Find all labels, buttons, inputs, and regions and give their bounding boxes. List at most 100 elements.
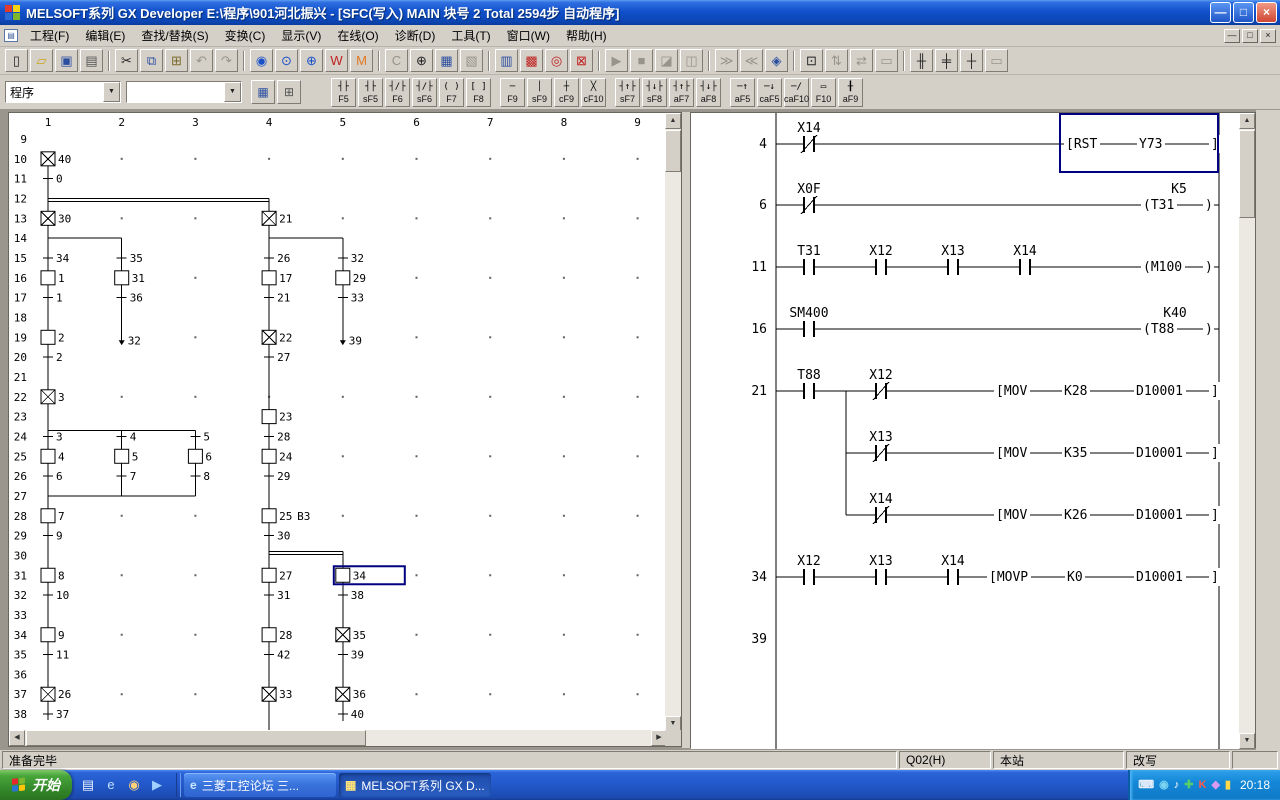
sfc-editor-canvas[interactable]: 1234567899101112131415161718192021222324…: [9, 113, 667, 732]
open-button[interactable]: ▱: [30, 49, 53, 72]
media-player-icon[interactable]: ▶: [147, 775, 167, 795]
menu-item-6[interactable]: 诊断(D): [387, 24, 444, 47]
skip-execution-button[interactable]: ◫: [680, 49, 703, 72]
chevron-down-icon[interactable]: ▼: [103, 82, 120, 102]
sfc-step[interactable]: [115, 271, 129, 285]
mdi-close-button[interactable]: ×: [1260, 29, 1276, 43]
menu-item-4[interactable]: 显示(V): [273, 24, 329, 47]
ladder-symbol-F5-button[interactable]: ┤├F5: [331, 78, 356, 107]
sfc-step[interactable]: [262, 628, 276, 642]
ladder-symbol-F7-button[interactable]: ( )F7: [439, 78, 464, 107]
ladder-symbol-sF9-button[interactable]: │sF9: [527, 78, 552, 107]
pane-splitter[interactable]: [682, 112, 690, 748]
ladder-symbol-aF8-button[interactable]: ┤↓├aF8: [696, 78, 721, 107]
ladder-zoom-view-button[interactable]: ▦: [251, 80, 275, 104]
find-device-button[interactable]: ⊙: [275, 49, 298, 72]
device-list-button[interactable]: ▦: [435, 49, 458, 72]
network-icon[interactable]: ▮: [1225, 777, 1231, 793]
menu-item-0[interactable]: 工程(F): [22, 24, 77, 47]
mdi-minimize-button[interactable]: —: [1224, 29, 1240, 43]
sfc-step[interactable]: [41, 509, 55, 523]
grid-vertical-button[interactable]: ╫: [910, 49, 933, 72]
download-icon[interactable]: ◆: [1211, 777, 1219, 793]
restore-button[interactable]: □: [1233, 2, 1254, 23]
ladder-symbol-aF9-button[interactable]: ╂aF9: [838, 78, 863, 107]
task-button-0[interactable]: e三菱工控论坛 三...: [184, 773, 336, 797]
sfc-step[interactable]: [262, 410, 276, 424]
paste-button[interactable]: ⊞: [165, 49, 188, 72]
sfc-step[interactable]: [41, 330, 55, 344]
sfc-step[interactable]: [41, 568, 55, 582]
mdi-restore-button[interactable]: □: [1242, 29, 1258, 43]
print-button[interactable]: ▤: [80, 49, 103, 72]
sfc-horizontal-scrollbar[interactable]: ◀ ▶: [9, 730, 667, 746]
ladder-symbol-F6-button[interactable]: ┤/├F6: [385, 78, 410, 107]
sfc-step[interactable]: [262, 568, 276, 582]
online-change-button[interactable]: ◈: [765, 49, 788, 72]
sfc-step[interactable]: [41, 628, 55, 642]
delete-mode-button[interactable]: ⊠: [570, 49, 593, 72]
monitor-start-button[interactable]: ▶: [605, 49, 628, 72]
macro-button[interactable]: ▧: [460, 49, 483, 72]
task-button-1[interactable]: ▦MELSOFT系列 GX D...: [339, 773, 491, 797]
volume-icon[interactable]: ♪: [1174, 777, 1180, 793]
device-find-button[interactable]: ◎: [545, 49, 568, 72]
ladder-vertical-scrollbar[interactable]: ▲ ▼: [1239, 113, 1255, 749]
device-test-button[interactable]: ◪: [655, 49, 678, 72]
partial-execution-button[interactable]: ≪: [740, 49, 763, 72]
sfc-step[interactable]: [115, 449, 129, 463]
grid-horizontal-button[interactable]: ╪: [935, 49, 958, 72]
program-check-button[interactable]: ▭: [875, 49, 898, 72]
data-name-combobox[interactable]: ▼: [126, 81, 242, 103]
new-button[interactable]: ▯: [5, 49, 28, 72]
antivirus-icon[interactable]: ✚: [1184, 777, 1193, 793]
sfc-step[interactable]: [262, 509, 276, 523]
menu-item-1[interactable]: 编辑(E): [77, 24, 133, 47]
chevron-down-icon[interactable]: ▼: [224, 82, 241, 102]
help-button[interactable]: ▭: [985, 49, 1008, 72]
scroll-down-icon[interactable]: ▼: [1239, 733, 1255, 749]
scrollbar-thumb[interactable]: [1239, 130, 1255, 218]
monitor-stop-button[interactable]: ■: [630, 49, 653, 72]
write-mode-button[interactable]: W: [325, 49, 348, 72]
show-desktop-icon[interactable]: ▤: [78, 775, 98, 795]
scroll-up-icon[interactable]: ▲: [1239, 113, 1255, 129]
sfc-grid-view-button[interactable]: ⊞: [277, 80, 301, 104]
sfc-step[interactable]: [336, 568, 350, 582]
undo-button[interactable]: ↶: [190, 49, 213, 72]
copy-button[interactable]: ⧉: [140, 49, 163, 72]
cross-reference-button[interactable]: ⊕: [300, 49, 323, 72]
menu-item-8[interactable]: 窗口(W): [499, 24, 558, 47]
program-convert-button[interactable]: ◉: [250, 49, 273, 72]
ladder-symbol-cF10-button[interactable]: ╳cF10: [581, 78, 606, 107]
sfc-step[interactable]: [188, 449, 202, 463]
scroll-up-icon[interactable]: ▲: [665, 113, 681, 129]
menu-item-7[interactable]: 工具(T): [443, 24, 498, 47]
scroll-left-icon[interactable]: ◀: [9, 730, 25, 746]
input-method-icon[interactable]: ⌨: [1138, 777, 1154, 793]
ladder-symbol-caF10-button[interactable]: ─/caF10: [784, 78, 809, 107]
ladder-editor-canvas[interactable]: 4X14[RSTY73]6X0F(T31)K511T31X12X13X14(M1…: [691, 113, 1241, 749]
ladder-symbol-sF7-button[interactable]: ┤↑├sF7: [615, 78, 640, 107]
scrollbar-thumb[interactable]: [26, 730, 366, 746]
sfc-step[interactable]: [41, 271, 55, 285]
menu-item-2[interactable]: 查找/替换(S): [133, 24, 216, 47]
sfc-jump-arrow-icon[interactable]: [340, 340, 346, 345]
block-convert-button[interactable]: ⊡: [800, 49, 823, 72]
messenger-icon[interactable]: ◉: [1159, 777, 1169, 793]
menu-item-3[interactable]: 变换(C): [217, 24, 274, 47]
data-type-combobox[interactable]: 程序 ▼: [5, 81, 121, 103]
ladder-symbol-F10-button[interactable]: ▭F10: [811, 78, 836, 107]
ladder-symbol-aF7-button[interactable]: ┤↑├aF7: [669, 78, 694, 107]
outlook-icon[interactable]: ◉: [124, 775, 144, 795]
sfc-jump-arrow-icon[interactable]: [119, 340, 125, 345]
comment-display-button[interactable]: C: [385, 49, 408, 72]
zoom-button[interactable]: ⊕: [410, 49, 433, 72]
sfc-step[interactable]: [336, 271, 350, 285]
sort-button[interactable]: ⇅: [825, 49, 848, 72]
sfc-step[interactable]: [262, 449, 276, 463]
save-button[interactable]: ▣: [55, 49, 78, 72]
start-button[interactable]: 开始: [0, 770, 72, 800]
minimize-button[interactable]: —: [1210, 2, 1231, 23]
sfc-step[interactable]: [262, 271, 276, 285]
